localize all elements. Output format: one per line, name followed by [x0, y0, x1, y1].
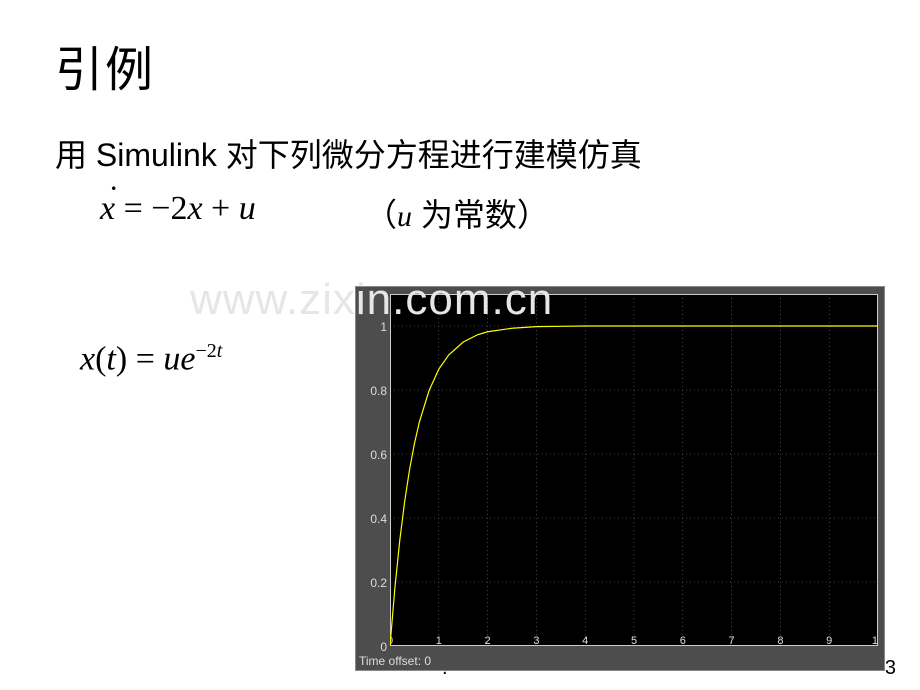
y-tick-label: 0.4 [359, 512, 387, 526]
svg-text:7: 7 [729, 635, 735, 646]
plot-svg: 0 1 2 3 4 5 6 7 8 9 10 [390, 294, 878, 646]
svg-text:8: 8 [777, 635, 783, 646]
scope-window: 0 0.2 0.4 0.6 0.8 1 0 1 2 3 4 5 6 7 8 9 10 Time offset:… [355, 286, 885, 671]
ann-open: （ [365, 197, 397, 233]
svg-text:5: 5 [631, 635, 637, 646]
svg-text:4: 4 [582, 635, 588, 646]
svg-text:0: 0 [390, 635, 393, 646]
eq2-open: ( [95, 340, 106, 377]
page-number: 3 [885, 657, 896, 680]
svg-text:9: 9 [826, 635, 832, 646]
eq2-close: ) = [116, 340, 164, 377]
eq2-e: e [180, 340, 195, 377]
svg-text:2: 2 [485, 635, 491, 646]
equation-1-annotation: （u 为常数） [365, 190, 549, 236]
y-tick-label: 0 [359, 640, 387, 654]
eq2-x: x [80, 340, 95, 377]
y-tick-label: 0.6 [359, 448, 387, 462]
eq1-eq: = −2 [115, 190, 187, 227]
eq2-t: t [106, 340, 115, 377]
eq2-sup-t: t [217, 340, 223, 362]
dot-accent: ˙ [108, 180, 119, 218]
plot-area: 0 1 2 3 4 5 6 7 8 9 10 [390, 294, 878, 646]
y-tick-label: 1 [359, 320, 387, 334]
eq2-u: u [163, 340, 180, 377]
slide-title: 引例 [55, 30, 155, 100]
svg-text:10: 10 [872, 635, 878, 646]
equation-1: ˙ x = −2x + u [100, 190, 256, 228]
svg-text:6: 6 [680, 635, 686, 646]
eq2-sup-minus: −2 [195, 340, 216, 362]
time-offset-label: Time offset: 0 [359, 654, 431, 668]
equation-2: x(t) = ue−2t [80, 340, 222, 378]
slide-subtitle: 用 Simulink 对下列微分方程进行建模仿真 [55, 130, 642, 176]
svg-text:3: 3 [533, 635, 539, 646]
ann-u: u [397, 200, 412, 233]
eq1-x: x [187, 190, 202, 227]
svg-text:1: 1 [436, 635, 442, 646]
y-tick-label: 0.2 [359, 576, 387, 590]
ann-rest: 为常数） [412, 197, 549, 233]
footer-dot: . [442, 657, 448, 680]
y-tick-label: 0.8 [359, 384, 387, 398]
eq1-u: u [239, 190, 256, 227]
eq1-plus: + [203, 190, 239, 227]
